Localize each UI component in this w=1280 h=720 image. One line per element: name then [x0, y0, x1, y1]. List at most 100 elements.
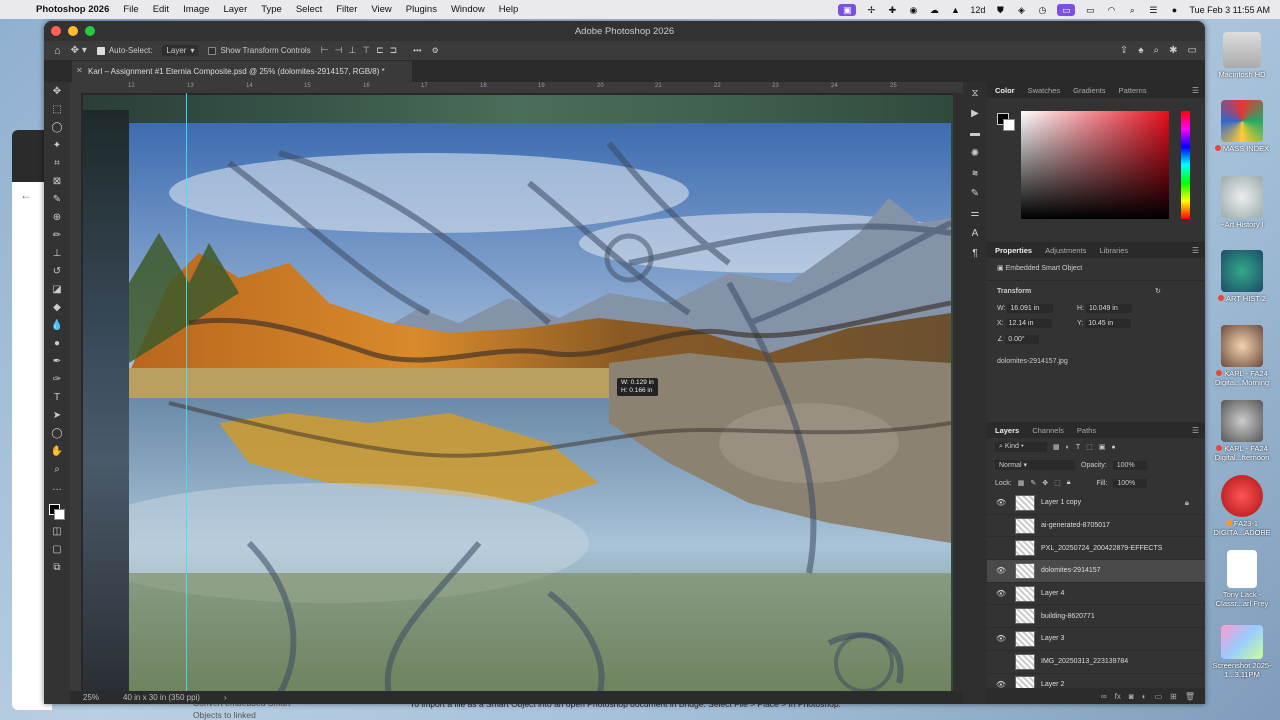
desktop-icon-tony-lack[interactable]: Tony Lack -Classr...arl Frey — [1207, 550, 1277, 608]
panel-menu-icon[interactable]: ☰ — [1192, 86, 1199, 95]
shape-tool-icon[interactable]: ◯ — [50, 428, 64, 440]
tab-swatches[interactable]: Swatches — [1028, 86, 1061, 95]
filter-smart-icon[interactable]: ▣ — [1099, 443, 1106, 451]
layer-row[interactable]: 👁︎ Layer 1 copy 🔒︎ — [987, 492, 1205, 515]
new-group-icon[interactable]: ▭ — [1155, 692, 1163, 701]
layer-row[interactable]: IMG_20250313_223139784 — [987, 651, 1205, 674]
auto-select-dropdown[interactable]: Layer ▾ — [162, 45, 199, 56]
tab-patterns[interactable]: Patterns — [1119, 86, 1147, 95]
edit-toolbar-icon[interactable]: ⧉ — [50, 562, 64, 574]
share-icon[interactable]: ⇪ — [1120, 45, 1128, 56]
tab-adjustments[interactable]: Adjustments — [1045, 246, 1086, 255]
history-icon[interactable]: ⧖ — [969, 88, 981, 100]
zoom-level[interactable]: 25% — [83, 693, 99, 702]
screen-record-icon[interactable]: ▣ — [838, 3, 857, 16]
move-tool-icon[interactable]: ✥ ▾ — [71, 45, 87, 56]
healing-brush-icon[interactable]: ⊕ — [50, 212, 64, 224]
menu-layer[interactable]: Layer — [223, 4, 247, 15]
show-transform-checkbox[interactable] — [208, 46, 217, 55]
layer-row[interactable]: ai-generated-8705017 — [987, 515, 1205, 538]
tab-channels[interactable]: Channels — [1032, 426, 1064, 435]
visibility-eye-icon[interactable]: 👁︎ — [993, 589, 1009, 598]
settings-gear-icon[interactable]: ⚙ — [432, 46, 439, 55]
hue-slider[interactable] — [1181, 111, 1190, 219]
pen-tool-icon[interactable]: ✒ — [50, 356, 64, 368]
filter-pixel-icon[interactable]: ▦ — [1053, 443, 1060, 451]
more-tools-icon[interactable]: … — [50, 482, 64, 494]
vpn-icon[interactable]: ◈ — [1015, 4, 1027, 16]
new-layer-icon[interactable]: ⊞ — [1170, 692, 1177, 701]
move-tool-icon[interactable]: ✥ — [50, 86, 64, 98]
vertical-ruler[interactable] — [70, 93, 81, 704]
auto-select-checkbox[interactable] — [96, 46, 105, 55]
actions-play-icon[interactable]: ▶ — [969, 108, 981, 120]
shield-icon[interactable]: ⛊ — [994, 4, 1006, 16]
search-icon[interactable]: ⌕ — [1126, 4, 1138, 16]
type-tool-icon[interactable]: T — [50, 392, 64, 404]
more-icon[interactable]: ••• — [413, 46, 421, 55]
dodge-tool-icon[interactable]: ● — [50, 338, 64, 350]
height-field[interactable]: 10.049 in — [1085, 304, 1132, 313]
wifi-icon[interactable]: ◠ — [1105, 4, 1117, 16]
paint-bucket-icon[interactable]: ◆ — [50, 302, 64, 314]
add-mask-icon[interactable]: ◙ — [1129, 692, 1134, 701]
desktop-icon-karl-morning[interactable]: KARL - FA24 Digital...Morning — [1207, 325, 1277, 387]
eraser-icon[interactable]: ◪ — [50, 284, 64, 296]
desktop-icon-fa23[interactable]: FA23-1 DIGITA...ADOBE — [1207, 475, 1277, 537]
filter-kind-dropdown[interactable]: ⌕ Kind ▾ — [995, 442, 1047, 452]
angle-field[interactable]: 0.00° — [1005, 335, 1040, 344]
width-field[interactable]: 16.091 in — [1007, 304, 1054, 313]
notifications-icon[interactable]: ♠ — [1138, 45, 1143, 56]
crop-tool-icon[interactable]: ⌗ — [50, 158, 64, 170]
visibility-eye-icon[interactable]: 👁︎ — [993, 634, 1009, 643]
brushes-icon[interactable]: ✺ — [969, 148, 981, 160]
visibility-eye-icon[interactable]: 👁︎ — [993, 566, 1009, 575]
desktop-icon-macintosh-hd[interactable]: Macintosh HD — [1207, 32, 1277, 79]
desktop-icon-art-history[interactable]: ~Art History I — [1207, 176, 1277, 229]
menu-image[interactable]: Image — [183, 4, 209, 15]
reset-transform-icon[interactable]: ↻ — [1155, 287, 1161, 295]
background-color-swatch[interactable] — [1003, 119, 1015, 131]
filter-toggle-icon[interactable]: ● — [1111, 444, 1115, 451]
lock-all-icon[interactable]: 🔒︎ — [1067, 479, 1071, 487]
blur-tool-icon[interactable]: 💧 — [50, 320, 64, 332]
tab-gradients[interactable]: Gradients — [1073, 86, 1106, 95]
canvas-area[interactable]: 12 13 14 15 16 17 18 19 20 21 22 23 24 2… — [70, 82, 963, 704]
search-icon[interactable]: ⌕ — [1154, 45, 1160, 56]
brush-settings-icon[interactable]: ⩬ — [969, 168, 981, 180]
layer-row[interactable]: 👁︎ dolomites-2914157 — [987, 560, 1205, 583]
desktop-icon-art-hist-2[interactable]: ART HIST 2 — [1207, 250, 1277, 303]
menu-filter[interactable]: Filter — [336, 4, 357, 15]
desktop-icon-karl-afternoon[interactable]: KARL - FA24 Digital...fternoon — [1207, 400, 1277, 462]
dolomites-photo[interactable] — [129, 123, 951, 695]
filter-type-icon[interactable]: T — [1076, 444, 1080, 451]
extension-icon[interactable]: ✚ — [886, 4, 898, 16]
tab-color[interactable]: Color — [995, 86, 1015, 95]
desktop-icon-mass-index[interactable]: MASS INDEX — [1207, 100, 1277, 153]
camera-icon[interactable]: ◉ — [907, 4, 919, 16]
character-icon[interactable]: A — [969, 228, 981, 240]
menu-window[interactable]: Window — [451, 4, 485, 15]
comments-icon[interactable]: ▬ — [969, 128, 981, 140]
align-icons[interactable]: ⊢⊣⊥⊤⊏⊐ — [321, 45, 403, 56]
home-icon[interactable]: ⌂ — [54, 45, 61, 57]
filter-adjustment-icon[interactable]: ◐ — [1066, 444, 1070, 451]
horizontal-ruler[interactable]: 12 13 14 15 16 17 18 19 20 21 22 23 24 2… — [70, 82, 963, 93]
layer-row[interactable]: building-8620771 — [987, 605, 1205, 629]
fill-field[interactable]: 100% — [1113, 478, 1148, 488]
menu-select[interactable]: Select — [296, 4, 322, 15]
lock-icon[interactable]: 🔒︎ — [1185, 498, 1189, 508]
clone-source-icon[interactable]: ✎ — [969, 188, 981, 200]
x-field[interactable]: 12.14 in — [1005, 319, 1052, 328]
tab-paths[interactable]: Paths — [1077, 426, 1096, 435]
menu-view[interactable]: View — [371, 4, 391, 15]
desktop-icon-screenshot[interactable]: Screenshot 2025-1...3.11PM — [1207, 625, 1277, 679]
status-arrow-icon[interactable]: › — [224, 693, 227, 702]
screen-mode-icon[interactable]: ▢ — [50, 544, 64, 556]
blend-mode-dropdown[interactable]: Normal ▾ — [995, 460, 1075, 470]
lasso-tool-icon[interactable]: ◯ — [50, 122, 64, 134]
lock-position-icon[interactable]: ✥ — [1042, 479, 1048, 487]
tab-layers[interactable]: Layers — [995, 426, 1019, 435]
menu-file[interactable]: File — [123, 4, 138, 15]
adobe-icon[interactable]: ▲ — [949, 4, 961, 16]
